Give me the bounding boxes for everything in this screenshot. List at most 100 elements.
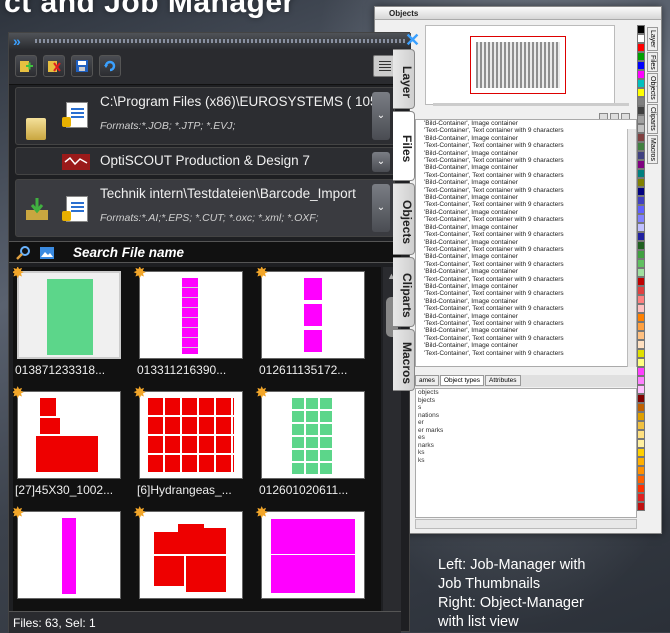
chevron-down-icon[interactable]: ⌄	[372, 184, 390, 232]
object-list-row[interactable]: 'Text-Container', Text container with 9 …	[416, 142, 636, 149]
palette-swatch[interactable]	[637, 277, 645, 286]
thumbnail-item[interactable]: ✸ [27]45X30_1002...	[13, 385, 127, 505]
save-button[interactable]	[71, 55, 93, 77]
object-list-row[interactable]: 'Text-Container', Text container with 9 …	[416, 350, 636, 357]
grip-dots[interactable]	[35, 39, 405, 43]
object-preview[interactable]	[425, 25, 615, 105]
object-list-row[interactable]: 'Text-Container', Text container with 9 …	[416, 127, 636, 134]
side-tab-macros[interactable]: Macros	[647, 134, 658, 164]
object-list-scrollbar[interactable]	[627, 129, 636, 367]
palette-swatch[interactable]	[637, 106, 645, 115]
palette-swatch[interactable]	[637, 340, 645, 349]
thumbnail-item[interactable]: ✸ 012611135172...	[255, 267, 371, 385]
object-list-row[interactable]: 'Text-Container', Text container with 9 …	[416, 231, 636, 238]
object-list-row[interactable]: 'Bild-Container', Image container	[416, 239, 636, 246]
palette-swatch[interactable]	[637, 34, 645, 43]
chevron-down-icon[interactable]: ⌄	[372, 92, 390, 140]
palette-swatch[interactable]	[637, 448, 645, 457]
object-list-row[interactable]: 'Text-Container', Text container with 9 …	[416, 157, 636, 164]
object-list-row[interactable]: 'Text-Container', Text container with 9 …	[416, 246, 636, 253]
palette-swatch[interactable]	[637, 43, 645, 52]
zoom-slider[interactable]	[433, 103, 629, 106]
object-type-row[interactable]: es	[416, 434, 636, 442]
thumbnail-item[interactable]: ✸ [6]Hydrangeas_...	[133, 385, 249, 505]
chevron-down-icon[interactable]: ⌄	[372, 152, 390, 172]
object-list-row[interactable]: 'Text-Container', Text container with 9 …	[416, 216, 636, 223]
folder-row-2[interactable]: OptiSCOUT Production & Design 7 ⌄	[15, 147, 395, 175]
side-tab-files[interactable]: Files	[647, 51, 658, 73]
palette-swatch[interactable]	[637, 70, 645, 79]
folder-row-3[interactable]: Technik intern\Testdateien\Barcode_Impor…	[15, 179, 395, 237]
close-icon[interactable]: ✕	[405, 30, 420, 51]
palette-swatch[interactable]	[637, 187, 645, 196]
object-list-row[interactable]: 'Bild-Container', Image container	[416, 179, 636, 186]
object-type-row[interactable]: s	[416, 404, 636, 412]
palette-swatch[interactable]	[637, 394, 645, 403]
object-list-row[interactable]: 'Text-Container', Text container with 9 …	[416, 201, 636, 208]
object-list-row[interactable]: 'Bild-Container', Image container	[416, 342, 636, 349]
object-list-row[interactable]: 'Text-Container', Text container with 9 …	[416, 290, 636, 297]
side-tab-files[interactable]: Files	[393, 111, 415, 181]
palette-swatch[interactable]	[637, 214, 645, 223]
palette-swatch[interactable]	[637, 52, 645, 61]
list-view-icon[interactable]	[373, 55, 395, 77]
palette-swatch[interactable]	[637, 475, 645, 484]
palette-swatch[interactable]	[637, 160, 645, 169]
object-list-row[interactable]: 'Bild-Container', Image container	[416, 194, 636, 201]
palette-swatch[interactable]	[637, 421, 645, 430]
thumbnail-item[interactable]: ✸ 012601020611...	[255, 385, 371, 505]
palette-swatch[interactable]	[637, 268, 645, 277]
palette-swatch[interactable]	[637, 88, 645, 97]
side-tab-objects[interactable]: Objects	[647, 73, 658, 104]
thumbnail-item[interactable]: ✸ 013311216390...	[133, 267, 249, 385]
palette-swatch[interactable]	[637, 457, 645, 466]
palette-swatch[interactable]	[637, 178, 645, 187]
palette-swatch[interactable]	[637, 61, 645, 70]
palette-swatch[interactable]	[637, 502, 645, 511]
object-list-row[interactable]: 'Bild-Container', Image container	[416, 298, 636, 305]
object-list-row[interactable]: 'Bild-Container', Image container	[416, 224, 636, 231]
palette-swatch[interactable]	[637, 358, 645, 367]
palette-swatch[interactable]	[637, 493, 645, 502]
palette-swatch[interactable]	[637, 295, 645, 304]
object-type-row[interactable]: objects	[416, 389, 636, 397]
palette-swatch[interactable]	[637, 79, 645, 88]
palette-swatch[interactable]	[637, 331, 645, 340]
object-list-row[interactable]: 'Bild-Container', Image container	[416, 327, 636, 334]
palette-swatch[interactable]	[637, 97, 645, 106]
tab-names[interactable]: ames	[415, 375, 439, 386]
thumbnail-item[interactable]: ✸	[13, 505, 127, 612]
horizontal-scrollbar[interactable]	[415, 519, 637, 529]
thumbnail-item[interactable]: ✸	[133, 505, 249, 612]
palette-swatch[interactable]	[637, 115, 645, 124]
palette-swatch[interactable]	[637, 376, 645, 385]
collapse-arrows-icon[interactable]: »	[13, 33, 21, 49]
object-list-row[interactable]: 'Text-Container', Text container with 9 …	[416, 187, 636, 194]
side-tab-objects[interactable]: Objects	[393, 183, 415, 255]
object-type-row[interactable]: nations	[416, 412, 636, 420]
object-list-row[interactable]: 'Text-Container', Text container with 9 …	[416, 320, 636, 327]
palette-swatch[interactable]	[637, 232, 645, 241]
palette-swatch[interactable]	[637, 25, 645, 34]
preview-viewport-frame[interactable]	[470, 36, 566, 94]
object-type-row[interactable]: ks	[416, 457, 636, 465]
object-list-row[interactable]: 'Bild-Container', Image container	[416, 253, 636, 260]
palette-swatch[interactable]	[637, 241, 645, 250]
palette-swatch[interactable]	[637, 313, 645, 322]
remove-file-button[interactable]	[43, 55, 65, 77]
side-tab-layer[interactable]: Layer	[647, 27, 658, 51]
thumbnail-item[interactable]: ✸	[255, 505, 371, 612]
palette-swatch[interactable]	[637, 151, 645, 160]
object-list-row[interactable]: 'Bild-Container', Image container	[416, 135, 636, 142]
object-list-row[interactable]: 'Text-Container', Text container with 9 …	[416, 305, 636, 312]
side-tab-cliparts[interactable]: Cliparts	[647, 104, 658, 134]
palette-swatch[interactable]	[637, 142, 645, 151]
palette-swatch[interactable]	[637, 304, 645, 313]
object-list-row[interactable]: 'Bild-Container', Image container	[416, 313, 636, 320]
palette-swatch[interactable]	[637, 250, 645, 259]
palette-swatch[interactable]	[637, 223, 645, 232]
side-tab-layer[interactable]: Layer	[393, 49, 415, 109]
object-list-row[interactable]: 'Bild-Container', Image container	[416, 150, 636, 157]
palette-swatch[interactable]	[637, 367, 645, 376]
folder-row-1[interactable]: C:\Program Files (x86)\EUROSYSTEMS ( 105…	[15, 87, 395, 145]
